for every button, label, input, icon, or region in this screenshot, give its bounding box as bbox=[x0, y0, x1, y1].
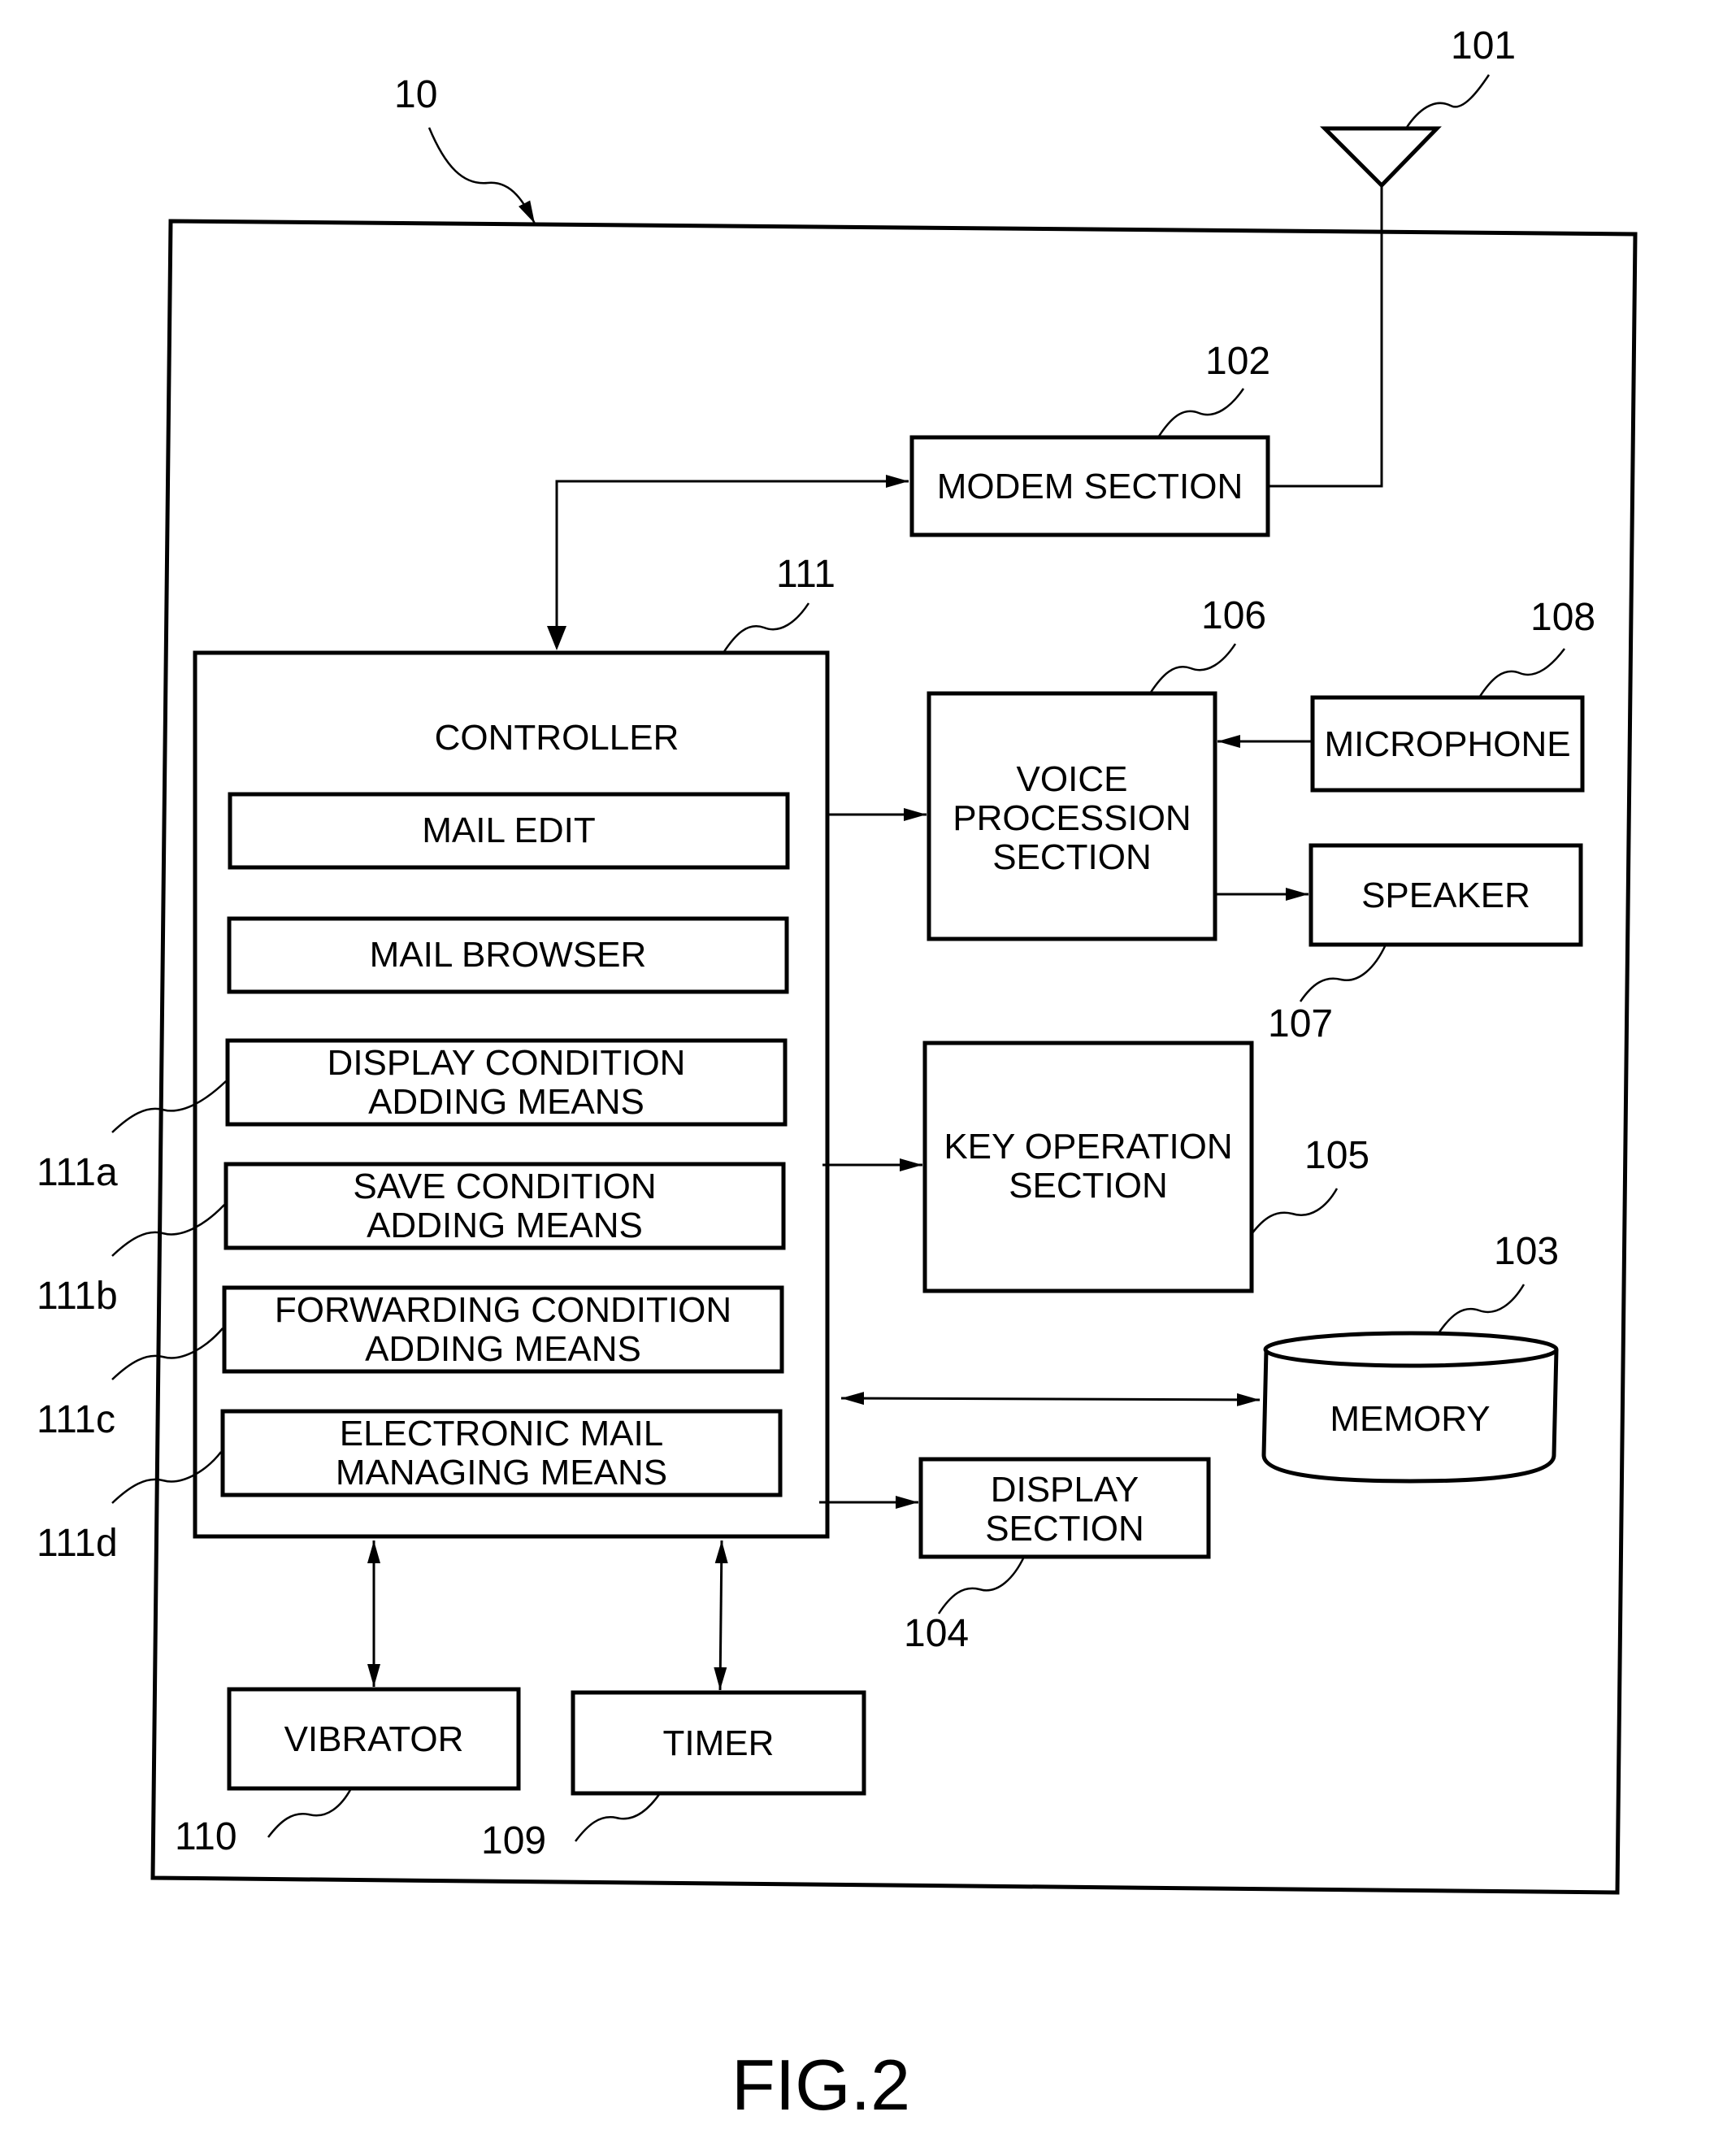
display-leader-line bbox=[937, 1556, 1026, 1614]
controller-ref-label: 111 bbox=[776, 553, 835, 596]
module-mail-browser: MAIL BROWSER bbox=[227, 916, 789, 994]
display-ref-label: 104 bbox=[904, 1612, 969, 1655]
vibrator-leader-line bbox=[267, 1788, 353, 1838]
module-label: MANAGING MEANS bbox=[336, 1453, 667, 1493]
module-save-condition: SAVE CONDITION ADDING MEANS bbox=[224, 1162, 786, 1250]
module-label: ADDING MEANS bbox=[368, 1082, 644, 1122]
key-operation-ref-label: 105 bbox=[1304, 1134, 1369, 1177]
antenna-leader-line bbox=[1404, 74, 1491, 129]
module-label: FORWARDING CONDITION bbox=[275, 1290, 731, 1330]
speaker-label: SPEAKER bbox=[1361, 876, 1530, 915]
speaker-leader-line bbox=[1299, 944, 1387, 1002]
memory-ref-label: 103 bbox=[1494, 1230, 1559, 1273]
module-ref-label: 111a bbox=[37, 1151, 118, 1194]
modem-ref-label: 102 bbox=[1205, 340, 1270, 383]
device-leader-line bbox=[427, 127, 536, 224]
voice-leader-line bbox=[1148, 643, 1237, 694]
timer-ref-label: 109 bbox=[481, 1819, 546, 1862]
controller-timer-link bbox=[714, 1540, 728, 1691]
memory-label: MEMORY bbox=[1330, 1399, 1490, 1439]
key-operation-leader-line bbox=[1251, 1188, 1339, 1235]
module-label: ADDING MEANS bbox=[367, 1206, 643, 1245]
speaker-ref-label: 107 bbox=[1268, 1002, 1333, 1045]
key-operation-label-line2: SECTION bbox=[1009, 1166, 1168, 1206]
module-display-condition: DISPLAY CONDITION ADDING MEANS bbox=[225, 1038, 788, 1127]
module-email-managing: ELECTRONIC MAIL MANAGING MEANS bbox=[220, 1409, 783, 1497]
display-label-line2: SECTION bbox=[985, 1509, 1144, 1549]
voice-ref-label: 106 bbox=[1201, 594, 1266, 637]
module-ref-label: 111b bbox=[37, 1275, 118, 1318]
controller-memory-link bbox=[840, 1392, 1261, 1406]
module-forwarding-condition: FORWARDING CONDITION ADDING MEANS bbox=[222, 1285, 784, 1374]
antenna-icon bbox=[1268, 126, 1442, 488]
block-diagram: 10 101 MODEM SECTION 102 CONTROLLER 111 … bbox=[37, 24, 1638, 2125]
key-operation-label-line1: KEY OPERATION bbox=[944, 1127, 1232, 1167]
microphone-label: MICROPHONE bbox=[1324, 724, 1570, 764]
module-mail-edit: MAIL EDIT bbox=[228, 792, 790, 870]
module-label: SAVE CONDITION bbox=[353, 1167, 656, 1206]
vibrator-label: VIBRATOR bbox=[284, 1719, 464, 1759]
module-label: MAIL EDIT bbox=[422, 810, 596, 850]
microphone-leader-line bbox=[1478, 648, 1565, 698]
controller-title: CONTROLLER bbox=[435, 718, 679, 758]
module-label: ELECTRONIC MAIL bbox=[340, 1414, 664, 1454]
module-ref-label: 111c bbox=[37, 1398, 115, 1441]
device-ref-label: 10 bbox=[394, 73, 437, 116]
timer-label: TIMER bbox=[663, 1723, 775, 1763]
modem-section-label: MODEM SECTION bbox=[937, 467, 1243, 506]
voice-label-line1: VOICE bbox=[1017, 759, 1128, 799]
vibrator-ref-label: 110 bbox=[175, 1815, 237, 1858]
module-label: ADDING MEANS bbox=[365, 1329, 641, 1369]
voice-label-line2: PROCESSION bbox=[953, 798, 1191, 838]
memory-leader-line bbox=[1437, 1284, 1526, 1334]
module-label: DISPLAY CONDITION bbox=[328, 1043, 686, 1083]
controller-modem-link bbox=[555, 475, 909, 646]
timer-leader-line bbox=[575, 1792, 662, 1842]
controller-leader-line bbox=[722, 602, 810, 654]
voice-label-line3: SECTION bbox=[992, 837, 1152, 877]
modem-leader-line bbox=[1157, 388, 1245, 438]
figure-caption: FIG.2 bbox=[731, 2045, 910, 2125]
microphone-ref-label: 108 bbox=[1530, 596, 1595, 639]
controller-modem-arrowhead bbox=[547, 626, 566, 650]
module-ref-label: 111d bbox=[37, 1522, 118, 1565]
display-label-line1: DISPLAY bbox=[991, 1470, 1139, 1510]
module-label: MAIL BROWSER bbox=[370, 935, 647, 975]
antenna-ref-label: 101 bbox=[1451, 24, 1516, 67]
